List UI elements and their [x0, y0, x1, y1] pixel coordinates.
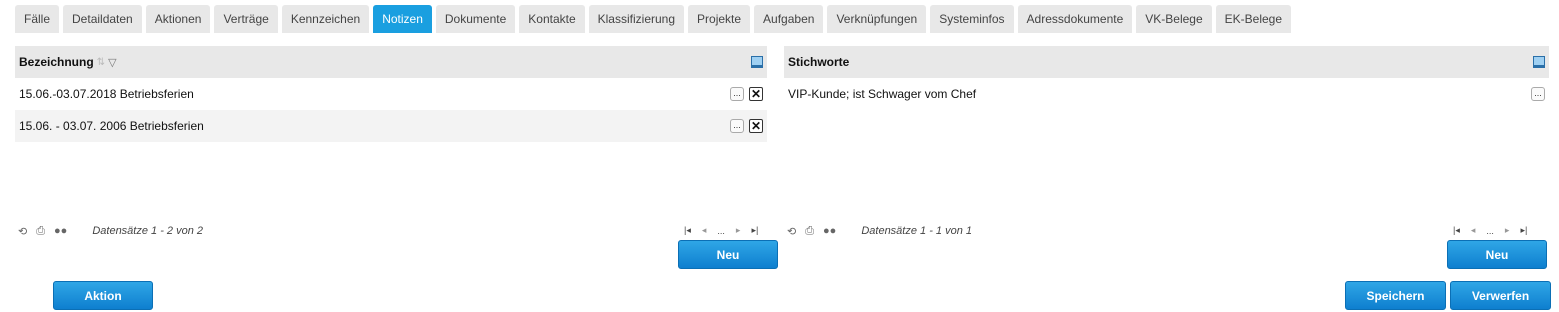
tab-detaildaten[interactable]: Detaildaten	[63, 5, 142, 33]
tab-aktionen[interactable]: Aktionen	[145, 5, 211, 33]
print-icon[interactable]: ⎙	[805, 225, 814, 238]
table-row[interactable]: 15.06. - 03.07. 2006 Betriebsferien ... …	[15, 110, 767, 142]
grid-header: Bezeichnung ⇅ ▽	[15, 46, 767, 78]
refresh-icon[interactable]: ⟲	[787, 225, 796, 238]
page-ellipsis: ...	[717, 225, 725, 236]
more-button[interactable]: ...	[730, 119, 744, 133]
row-actions: ... ✕	[730, 87, 763, 101]
first-page-icon[interactable]: |◂	[684, 225, 691, 236]
print-icon[interactable]: ⎙	[36, 225, 45, 238]
table-row[interactable]: VIP-Kunde; ist Schwager vom Chef ...	[784, 78, 1549, 110]
new-note-button[interactable]: Neu	[678, 240, 778, 269]
save-button[interactable]: Speichern	[1345, 281, 1446, 310]
settings-icon[interactable]: ●●	[823, 225, 836, 237]
last-page-icon[interactable]: ▸|	[751, 225, 758, 236]
discard-button[interactable]: Verwerfen	[1450, 281, 1551, 310]
tab-klassifizierung[interactable]: Klassifizierung	[588, 5, 685, 33]
sort-icon[interactable]: ⇅	[97, 57, 105, 68]
tab-systeminfos[interactable]: Systeminfos	[930, 5, 1014, 33]
settings-icon[interactable]: ●●	[54, 225, 67, 237]
tab-kontakte[interactable]: Kontakte	[519, 5, 585, 33]
tab-aufgaben[interactable]: Aufgaben	[754, 5, 824, 33]
more-button[interactable]: ...	[1531, 87, 1545, 101]
tab-vk-belege[interactable]: VK-Belege	[1136, 5, 1212, 33]
export-icon[interactable]	[1533, 56, 1545, 68]
refresh-icon[interactable]: ⟲	[18, 225, 27, 238]
page-ellipsis: ...	[1486, 225, 1494, 236]
action-button[interactable]: Aktion	[53, 281, 153, 310]
pager-left: |◂ ◂ ... ▸ ▸|	[684, 225, 758, 236]
new-keyword-button[interactable]: Neu	[1447, 240, 1547, 269]
header-cell: Bezeichnung ⇅ ▽	[19, 55, 117, 69]
tab-ek-belege[interactable]: EK-Belege	[1215, 5, 1292, 33]
tab-dokumente[interactable]: Dokumente	[435, 5, 516, 33]
prev-page-icon[interactable]: ◂	[1471, 225, 1476, 236]
tab-verknuepfungen[interactable]: Verknüpfungen	[827, 5, 927, 33]
next-page-icon[interactable]: ▸	[1505, 225, 1510, 236]
prev-page-icon[interactable]: ◂	[702, 225, 707, 236]
export-icon[interactable]	[751, 56, 763, 68]
record-count: Datensätze 1 - 2 von 2	[92, 225, 204, 237]
column-header-bezeichnung[interactable]: Bezeichnung	[19, 55, 94, 69]
row-actions: ... ✕	[730, 119, 763, 133]
tab-adressdokumente[interactable]: Adressdokumente	[1017, 5, 1133, 33]
tab-kennzeichen[interactable]: Kennzeichen	[281, 5, 370, 33]
row-actions: ...	[1531, 87, 1545, 101]
tab-notizen[interactable]: Notizen	[373, 5, 432, 33]
row-text: 15.06.-03.07.2018 Betriebsferien	[19, 87, 194, 101]
column-header-stichworte[interactable]: Stichworte	[788, 55, 849, 69]
record-count: Datensätze 1 - 1 von 1	[861, 225, 973, 237]
last-page-icon[interactable]: ▸|	[1520, 225, 1527, 236]
tab-projekte[interactable]: Projekte	[688, 5, 751, 33]
notes-grid: Bezeichnung ⇅ ▽ 15.06.-03.07.2018 Betrie…	[15, 46, 767, 212]
filter-icon[interactable]: ▽	[108, 56, 116, 69]
more-button[interactable]: ...	[730, 87, 744, 101]
table-row[interactable]: 15.06.-03.07.2018 Betriebsferien ... ✕	[15, 78, 767, 110]
keywords-grid: Stichworte VIP-Kunde; ist Schwager vom C…	[784, 46, 1549, 212]
grid-footer-right: ⟲ ⎙ ●● Datensätze 1 - 1 von 1	[787, 222, 972, 240]
grid-header: Stichworte	[784, 46, 1549, 78]
tab-faelle[interactable]: Fälle	[15, 5, 60, 33]
row-text: VIP-Kunde; ist Schwager vom Chef	[788, 87, 977, 101]
tab-vertraege[interactable]: Verträge	[214, 5, 278, 33]
row-text: 15.06. - 03.07. 2006 Betriebsferien	[19, 119, 204, 133]
next-page-icon[interactable]: ▸	[736, 225, 741, 236]
first-page-icon[interactable]: |◂	[1453, 225, 1460, 236]
tab-bar: Fälle Detaildaten Aktionen Verträge Kenn…	[15, 5, 1292, 33]
pager-right: |◂ ◂ ... ▸ ▸|	[1453, 225, 1527, 236]
delete-icon[interactable]: ✕	[749, 87, 763, 101]
delete-icon[interactable]: ✕	[749, 119, 763, 133]
grid-footer-left: ⟲ ⎙ ●● Datensätze 1 - 2 von 2	[18, 222, 203, 240]
